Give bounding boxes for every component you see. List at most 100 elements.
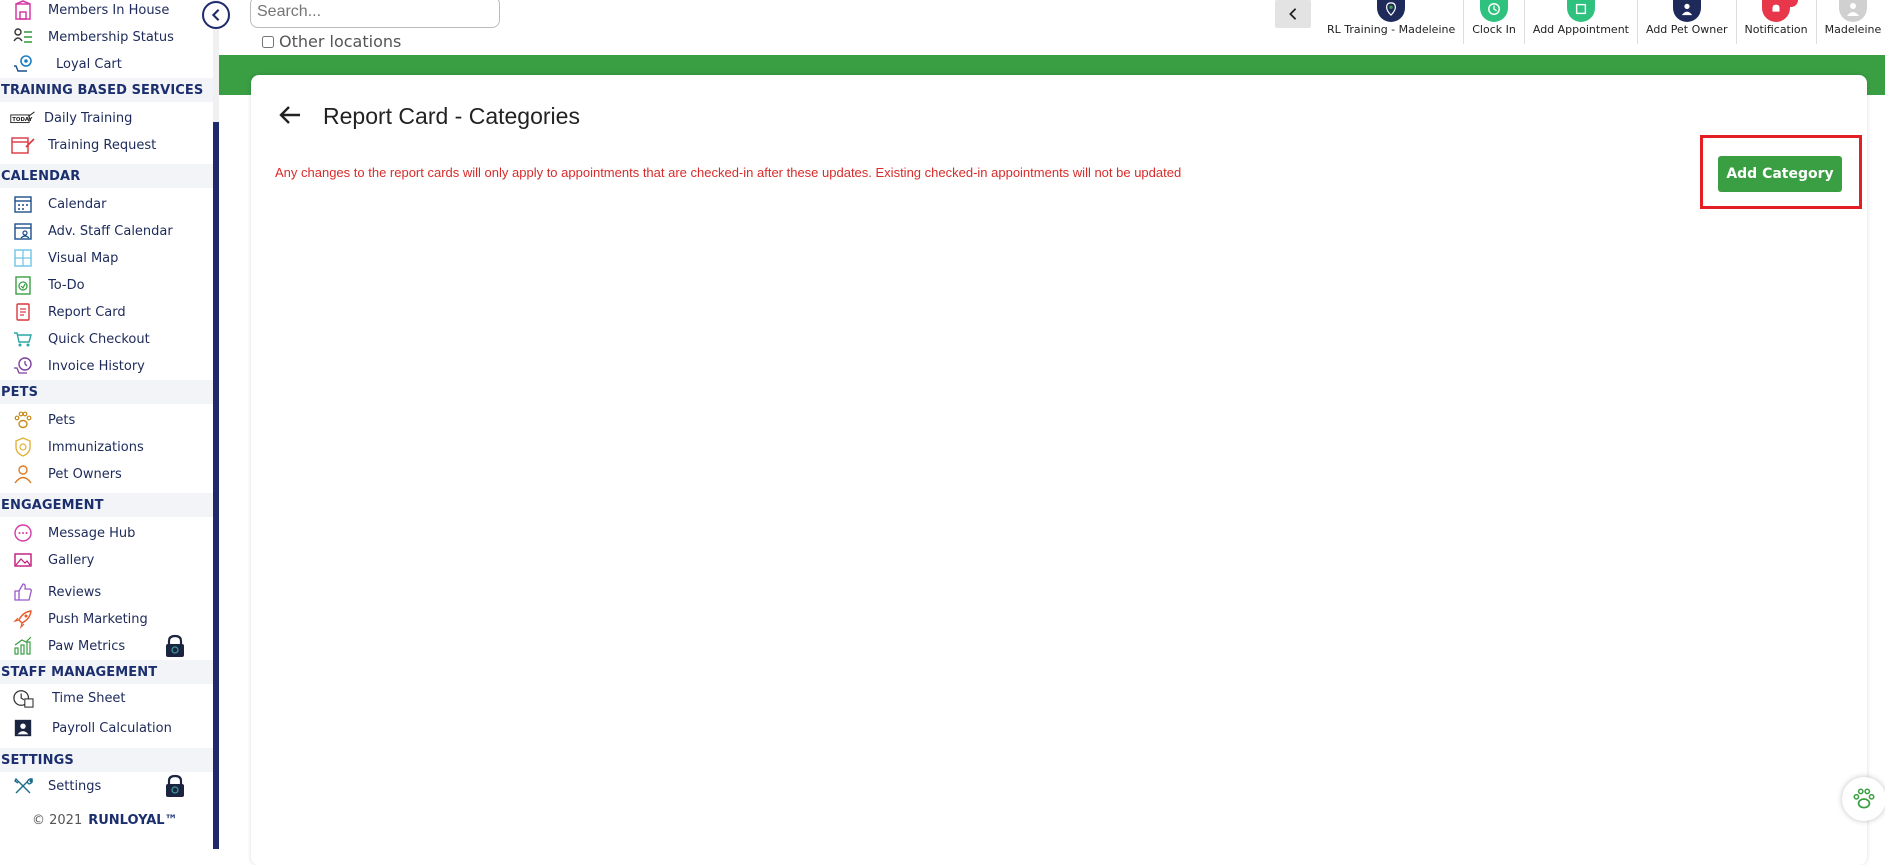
sidebar-item-calendar[interactable]: Calendar <box>0 191 106 217</box>
today-icon: TODAY <box>10 107 36 129</box>
calendar-icon <box>10 193 36 215</box>
sidebar-item-paw-metrics[interactable]: Paw Metrics <box>0 633 125 659</box>
sidebar-item-loyal-cart[interactable]: Loyal Cart <box>0 51 122 77</box>
sidebar-item-label: Report Card <box>48 304 126 320</box>
shield-icon <box>10 436 36 458</box>
copyright-brand: RUNLOYAL™ <box>88 813 178 828</box>
map-grid-icon <box>10 247 36 269</box>
sidebar-item-label: Pet Owners <box>48 466 122 482</box>
add-pet-owner-label: Add Pet Owner <box>1645 23 1728 36</box>
sidebar-item-daily-training[interactable]: TODAY Daily Training <box>0 105 132 131</box>
copyright: © 2021 RUNLOYAL™ <box>32 813 178 828</box>
notification-button[interactable]: Notification <box>1735 0 1816 44</box>
sidebar-scrollbar[interactable] <box>213 0 219 849</box>
svg-text:TODAY: TODAY <box>12 117 32 123</box>
sidebar-item-label: Loyal Cart <box>56 56 122 72</box>
sidebar-item-pet-owners[interactable]: Pet Owners <box>0 461 122 487</box>
cart-icon <box>10 328 36 350</box>
report-card-icon <box>10 301 36 323</box>
notification-label: Notification <box>1744 23 1808 36</box>
search-input[interactable] <box>250 0 500 28</box>
rocket-icon <box>10 608 36 630</box>
sidebar-item-label: Message Hub <box>48 525 136 541</box>
sidebar-item-reviews[interactable]: Reviews <box>0 579 101 605</box>
sidebar-item-label: To-Do <box>48 277 85 293</box>
sidebar-item-label: Invoice History <box>48 358 145 374</box>
sidebar-item-immunizations[interactable]: Immunizations <box>0 434 144 460</box>
scrollbar-thumb[interactable] <box>213 122 219 849</box>
main-card <box>251 75 1867 865</box>
back-button[interactable] <box>278 102 304 128</box>
sidebar-item-message-hub[interactable]: Message Hub <box>0 520 135 546</box>
location-selector[interactable]: RL Training - Madeleine <box>1319 0 1463 44</box>
copyright-year: © 2021 <box>32 813 83 828</box>
sidebar-item-label: Calendar <box>48 196 107 212</box>
sidebar-item-label: Visual Map <box>48 250 119 266</box>
section-settings: SETTINGS <box>0 748 213 772</box>
paw-icon <box>1853 788 1875 809</box>
sidebar: Members In House Membership Status Loyal… <box>0 0 213 849</box>
clock-icon <box>1480 0 1509 22</box>
warning-message: Any changes to the report cards will onl… <box>275 165 1182 180</box>
clock-in-label: Clock In <box>1472 23 1516 36</box>
add-appointment-label: Add Appointment <box>1532 23 1629 36</box>
add-category-button[interactable]: Add Category <box>1718 156 1842 192</box>
sidebar-item-time-sheet[interactable]: Time Sheet <box>0 685 126 711</box>
sidebar-item-label: Gallery <box>48 552 95 568</box>
sidebar-item-label: Quick Checkout <box>48 331 150 347</box>
image-icon <box>10 549 36 571</box>
sidebar-item-members-in-house[interactable]: Members In House <box>0 0 169 23</box>
bell-icon <box>1762 0 1799 22</box>
sidebar-item-payroll-calculation[interactable]: Payroll Calculation <box>0 715 172 741</box>
sidebar-item-membership-status[interactable]: Membership Status <box>0 24 174 50</box>
section-training-based-services: TRAINING BASED SERVICES <box>0 78 213 102</box>
sidebar-item-push-marketing[interactable]: Push Marketing <box>0 606 148 632</box>
sidebar-item-adv-staff-calendar[interactable]: Adv. Staff Calendar <box>0 218 173 244</box>
add-appointment-button[interactable]: Add Appointment <box>1523 0 1637 44</box>
invoice-history-icon <box>10 355 36 377</box>
lock-icon <box>164 634 186 658</box>
paw-icon <box>10 409 36 431</box>
thumbs-up-icon <box>10 581 36 603</box>
sidebar-item-label: Time Sheet <box>52 690 126 706</box>
other-locations-toggle[interactable]: Other locations <box>262 32 401 51</box>
building-icon <box>10 0 36 21</box>
tools-icon <box>10 775 36 797</box>
sidebar-item-label: Push Marketing <box>48 611 148 627</box>
chevron-left-icon <box>211 9 220 21</box>
sidebar-item-invoice-history[interactable]: Invoice History <box>0 353 145 379</box>
sidebar-item-gallery[interactable]: Gallery <box>0 547 94 573</box>
chevron-left-icon <box>1289 8 1297 20</box>
chat-icon <box>10 522 36 544</box>
sidebar-item-label: Payroll Calculation <box>52 720 172 736</box>
add-pet-owner-button[interactable]: Add Pet Owner <box>1636 0 1736 44</box>
lock-icon <box>164 774 186 798</box>
sidebar-item-label: Members In House <box>48 2 170 18</box>
sidebar-item-todo[interactable]: To-Do <box>0 272 85 298</box>
sidebar-item-label: Adv. Staff Calendar <box>48 223 173 239</box>
other-locations-checkbox[interactable] <box>262 35 274 48</box>
arrow-left-icon <box>279 106 300 124</box>
cart-badge-icon <box>10 53 36 75</box>
user-list-icon <box>10 26 36 48</box>
sidebar-item-label: Pets <box>48 412 76 428</box>
sidebar-item-pets[interactable]: Pets <box>0 407 75 433</box>
sidebar-item-label: Immunizations <box>48 439 144 455</box>
clock-in-button[interactable]: Clock In <box>1463 0 1524 44</box>
sidebar-item-label: Settings <box>48 778 102 794</box>
chat-widget-button[interactable] <box>1842 777 1885 821</box>
sidebar-item-report-card[interactable]: Report Card <box>0 299 126 325</box>
avatar <box>1838 0 1867 22</box>
staff-calendar-icon <box>10 220 36 242</box>
sidebar-item-settings[interactable]: Settings <box>0 773 101 799</box>
user-menu[interactable]: Madeleine <box>1815 0 1885 44</box>
payroll-icon <box>10 717 36 739</box>
sidebar-item-quick-checkout[interactable]: Quick Checkout <box>0 326 150 352</box>
section-engagement: ENGAGEMENT <box>0 493 213 517</box>
section-pets: PETS <box>0 380 213 404</box>
collapse-sidebar-button[interactable] <box>202 1 230 29</box>
sidebar-item-visual-map[interactable]: Visual Map <box>0 245 118 271</box>
toolbar-back-button[interactable] <box>1275 0 1311 28</box>
sidebar-item-label: Daily Training <box>44 110 133 126</box>
sidebar-item-training-request[interactable]: Training Request <box>0 132 156 158</box>
